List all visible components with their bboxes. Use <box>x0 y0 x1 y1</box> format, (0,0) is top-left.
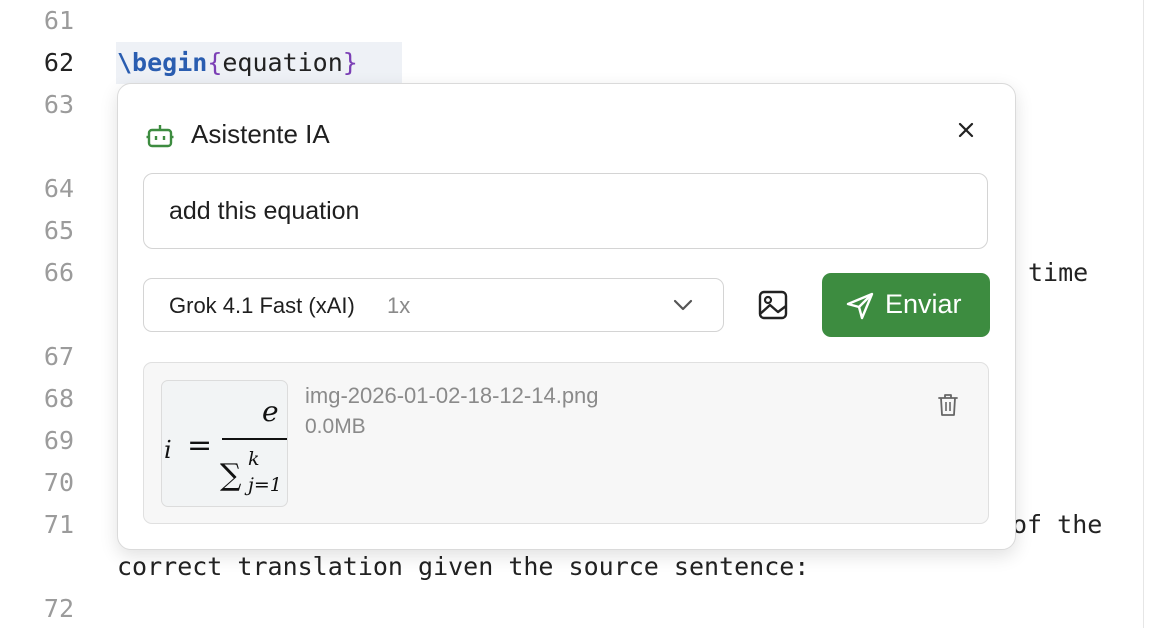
dialog-title: Asistente IA <box>191 119 330 149</box>
equation-thumbnail-image: i = e ∑ k j=1 <box>164 395 287 496</box>
code-line-62[interactable]: \begin{equation} <box>117 47 358 79</box>
attachment-card: i = e ∑ k j=1 img-2026-01-02-18-12-14.pn… <box>143 362 989 524</box>
attachment-filename: img-2026-01-02-18-12-14.png <box>305 383 599 408</box>
line-number: 66 <box>43 258 74 287</box>
prompt-input[interactable]: add this equation <box>143 173 988 249</box>
svg-text:i: i <box>164 436 172 464</box>
line-number: 71 <box>43 510 74 539</box>
line-number: 67 <box>43 342 74 371</box>
line-number: 72 <box>43 594 74 623</box>
right-panel-edge <box>1144 0 1176 628</box>
svg-text:k: k <box>248 448 260 470</box>
latex-brace-open: { <box>207 48 223 77</box>
line-number-active: 62 <box>43 48 74 77</box>
robot-icon <box>146 125 174 148</box>
send-button[interactable]: Enviar <box>822 273 990 337</box>
line-number: 69 <box>43 426 74 455</box>
close-icon[interactable] <box>950 114 982 146</box>
attachment-thumbnail[interactable]: i = e ∑ k j=1 <box>161 380 288 507</box>
svg-text:e: e <box>262 395 279 428</box>
code-line-71-wrap[interactable]: correct translation given the source sen… <box>117 551 809 583</box>
line-number: 63 <box>43 90 74 119</box>
model-name: Grok 4.1 Fast (xAI) <box>169 293 355 318</box>
send-label: Enviar <box>885 289 962 319</box>
latex-environment: equation <box>222 48 343 77</box>
line-number: 64 <box>43 174 74 203</box>
chevron-down-icon <box>673 299 693 311</box>
svg-text:∑: ∑ <box>220 458 242 493</box>
send-icon <box>846 292 874 320</box>
model-select[interactable]: Grok 4.1 Fast (xAI) 1x <box>143 278 724 332</box>
svg-text:j=1: j=1 <box>244 474 282 496</box>
attachment-filesize: 0.0MB <box>305 415 366 438</box>
code-line-71-fragment[interactable]: of the <box>1012 509 1102 541</box>
line-number: 70 <box>43 468 74 497</box>
line-number: 61 <box>43 6 74 35</box>
code-line-66-fragment[interactable]: time <box>1028 257 1088 289</box>
latex-command: \begin <box>117 48 208 77</box>
latex-brace-close: } <box>342 48 358 77</box>
trash-icon[interactable] <box>936 392 960 418</box>
line-number: 68 <box>43 384 74 413</box>
image-icon[interactable] <box>756 288 790 322</box>
ai-assistant-dialog: Asistente IA add this equation Grok 4.1 … <box>117 83 1016 550</box>
svg-text:=: = <box>187 428 212 463</box>
line-number: 65 <box>43 216 74 245</box>
model-multiplier: 1x <box>387 293 411 318</box>
